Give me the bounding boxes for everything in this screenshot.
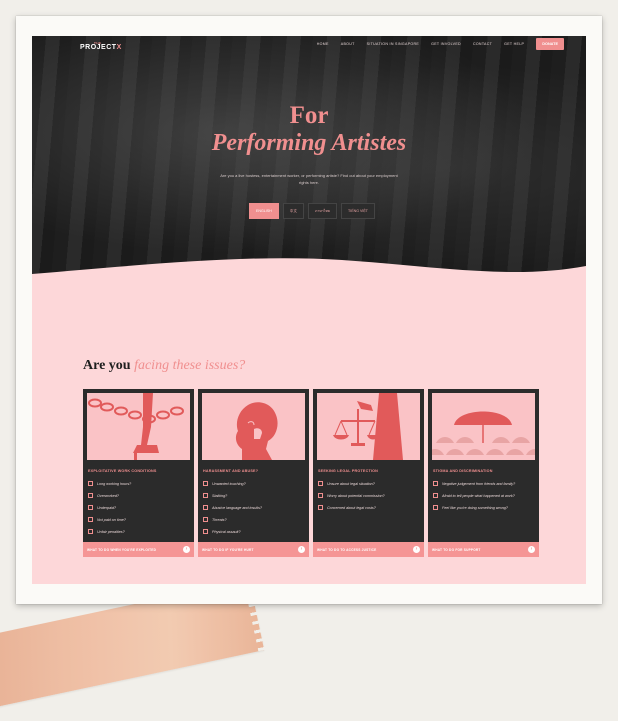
main-nav: HOME ABOUT SITUATION IN SINGAPORE GET IN… <box>305 38 564 50</box>
checkbox-icon <box>203 505 208 510</box>
card-item-text: Concerned about legal costs? <box>327 505 376 510</box>
nav-link-situation[interactable]: SITUATION IN SINGAPORE <box>367 42 419 46</box>
card-item-text: Underpaid? <box>97 505 117 510</box>
card-footer-link[interactable]: WHAT TO DO FOR SUPPORT › <box>428 542 539 557</box>
card-item: Worry about potential commission? <box>318 493 420 498</box>
nav-link-about[interactable]: ABOUT <box>341 42 355 46</box>
logo-main-text: PROJECT <box>80 44 117 51</box>
website-screenshot: THE PROJECTX HOME ABOUT SITUATION IN SIN… <box>32 36 586 584</box>
checkbox-icon <box>203 481 208 486</box>
arrow-right-icon: › <box>298 546 305 553</box>
card-item: Unwanted touching? <box>203 481 305 486</box>
card-item-text: Stalking? <box>212 493 228 498</box>
issue-card-exploitation[interactable]: EXPLOITATIVE WORK CONDITIONS Long workin… <box>83 389 194 557</box>
card-item-text: Long working hours? <box>97 481 132 486</box>
card-item: Feel like you're doing something wrong? <box>433 505 535 510</box>
card-item: Negative judgement from friends and fami… <box>433 481 535 486</box>
checkbox-icon <box>433 481 438 486</box>
card-item: Unfair penalties? <box>88 529 190 534</box>
umbrella-icon <box>432 393 535 460</box>
checkbox-icon <box>88 517 93 522</box>
card-item-text: Negative judgement from friends and fami… <box>442 481 516 486</box>
card-item-text: Unsure about legal situation? <box>327 481 375 486</box>
card-footer-label: WHAT TO DO TO ACCESS JUSTICE <box>317 547 377 552</box>
checkbox-icon <box>203 529 208 534</box>
checkbox-icon <box>88 529 93 534</box>
card-item: Stalking? <box>203 493 305 498</box>
card-item-text: Threats? <box>212 517 227 522</box>
checkbox-icon <box>88 493 93 498</box>
checkbox-icon <box>88 481 93 486</box>
checkbox-icon <box>203 493 208 498</box>
card-heading: HARASSMENT AND ABUSE? <box>203 469 259 473</box>
chained-leg-icon <box>87 393 190 460</box>
issue-card-harassment[interactable]: HARASSMENT AND ABUSE? Unwanted touching?… <box>198 389 309 557</box>
nav-link-home[interactable]: HOME <box>317 42 329 46</box>
checkbox-icon <box>433 493 438 498</box>
card-item-text: Abusive language and insults? <box>212 505 263 510</box>
card-item-text: Not paid on time? <box>97 517 126 522</box>
issues-heading-plain: Are you <box>83 358 131 373</box>
card-item-text: Unwanted touching? <box>212 481 246 486</box>
hero-title-line2: Performing Artistes <box>211 130 407 156</box>
card-heading: EXPLOITATIVE WORK CONDITIONS <box>88 469 157 473</box>
arrow-right-icon: › <box>528 546 535 553</box>
checkbox-icon <box>318 493 323 498</box>
card-item: Physical assault? <box>203 529 305 534</box>
card-item-text: Afraid to tell people what happened at w… <box>442 493 515 498</box>
card-item-text: Overworked? <box>97 493 119 498</box>
card-footer-label: WHAT TO DO FOR SUPPORT <box>432 547 481 552</box>
card-item: Threats? <box>203 517 305 522</box>
card-item: Overworked? <box>88 493 190 498</box>
card-item: Long working hours? <box>88 481 190 486</box>
card-item: Afraid to tell people what happened at w… <box>433 493 535 498</box>
woman-silhouette-icon <box>202 393 305 460</box>
checkbox-icon <box>318 481 323 486</box>
issues-heading-accent: facing these issues? <box>134 358 246 373</box>
checkbox-icon <box>318 505 323 510</box>
donate-button[interactable]: DONATE <box>536 38 564 50</box>
hero-wave-divider <box>32 258 586 296</box>
issue-card-stigma[interactable]: STIGMA AND DISCRIMINATION Negative judge… <box>428 389 539 557</box>
nav-link-get-help[interactable]: GET HELP <box>504 42 524 46</box>
scales-of-justice-icon <box>317 393 420 460</box>
issue-card-legal[interactable]: SEEKING LEGAL PROTECTION Unsure about le… <box>313 389 424 557</box>
card-footer-link[interactable]: WHAT TO DO TO ACCESS JUSTICE › <box>313 542 424 557</box>
card-heading: SEEKING LEGAL PROTECTION <box>318 469 379 473</box>
checkbox-icon <box>433 505 438 510</box>
nav-link-contact[interactable]: CONTACT <box>473 42 492 46</box>
hero-title-line1: For <box>289 102 329 129</box>
lang-button-chinese[interactable]: 中文 <box>282 203 304 219</box>
issues-heading: Are you facing these issues? <box>83 358 245 374</box>
card-footer-link[interactable]: WHAT TO DO IF YOU'RE HURT › <box>198 542 309 557</box>
card-item: Underpaid? <box>88 505 190 510</box>
card-item: Abusive language and insults? <box>203 505 305 510</box>
card-footer-label: WHAT TO DO IF YOU'RE HURT <box>202 547 254 552</box>
card-item-text: Worry about potential commission? <box>327 493 385 498</box>
nav-link-get-involved[interactable]: GET INVOLVED <box>431 42 461 46</box>
arrow-right-icon: › <box>183 546 190 553</box>
arrow-right-icon: › <box>413 546 420 553</box>
card-heading: STIGMA AND DISCRIMINATION <box>433 469 493 473</box>
card-item-text: Feel like you're doing something wrong? <box>442 505 508 510</box>
checkbox-icon <box>203 517 208 522</box>
site-logo[interactable]: THE PROJECTX <box>80 41 122 51</box>
card-footer-label: WHAT TO DO WHEN YOU'RE EXPLOITED <box>87 547 157 552</box>
lang-button-thai[interactable]: ภาษาไทย <box>307 203 338 219</box>
logo-x-text: X <box>116 44 122 51</box>
card-item-text: Unfair penalties? <box>97 529 125 534</box>
card-item: Unsure about legal situation? <box>318 481 420 486</box>
photo-frame: THE PROJECTX HOME ABOUT SITUATION IN SIN… <box>16 16 602 604</box>
hero-subtitle: Are you a live hostess, entertainment wo… <box>220 173 398 185</box>
card-item-text: Physical assault? <box>212 529 241 534</box>
checkbox-icon <box>88 505 93 510</box>
card-footer-link[interactable]: WHAT TO DO WHEN YOU'RE EXPLOITED › <box>83 542 194 557</box>
language-selector: ENGLISH 中文 ภาษาไทย TIẾNG VIỆT <box>249 203 379 219</box>
card-item: Concerned about legal costs? <box>318 505 420 510</box>
card-item: Not paid on time? <box>88 517 190 522</box>
lang-button-vietnamese[interactable]: TIẾNG VIỆT <box>341 203 375 219</box>
lang-button-english[interactable]: ENGLISH <box>249 203 279 219</box>
